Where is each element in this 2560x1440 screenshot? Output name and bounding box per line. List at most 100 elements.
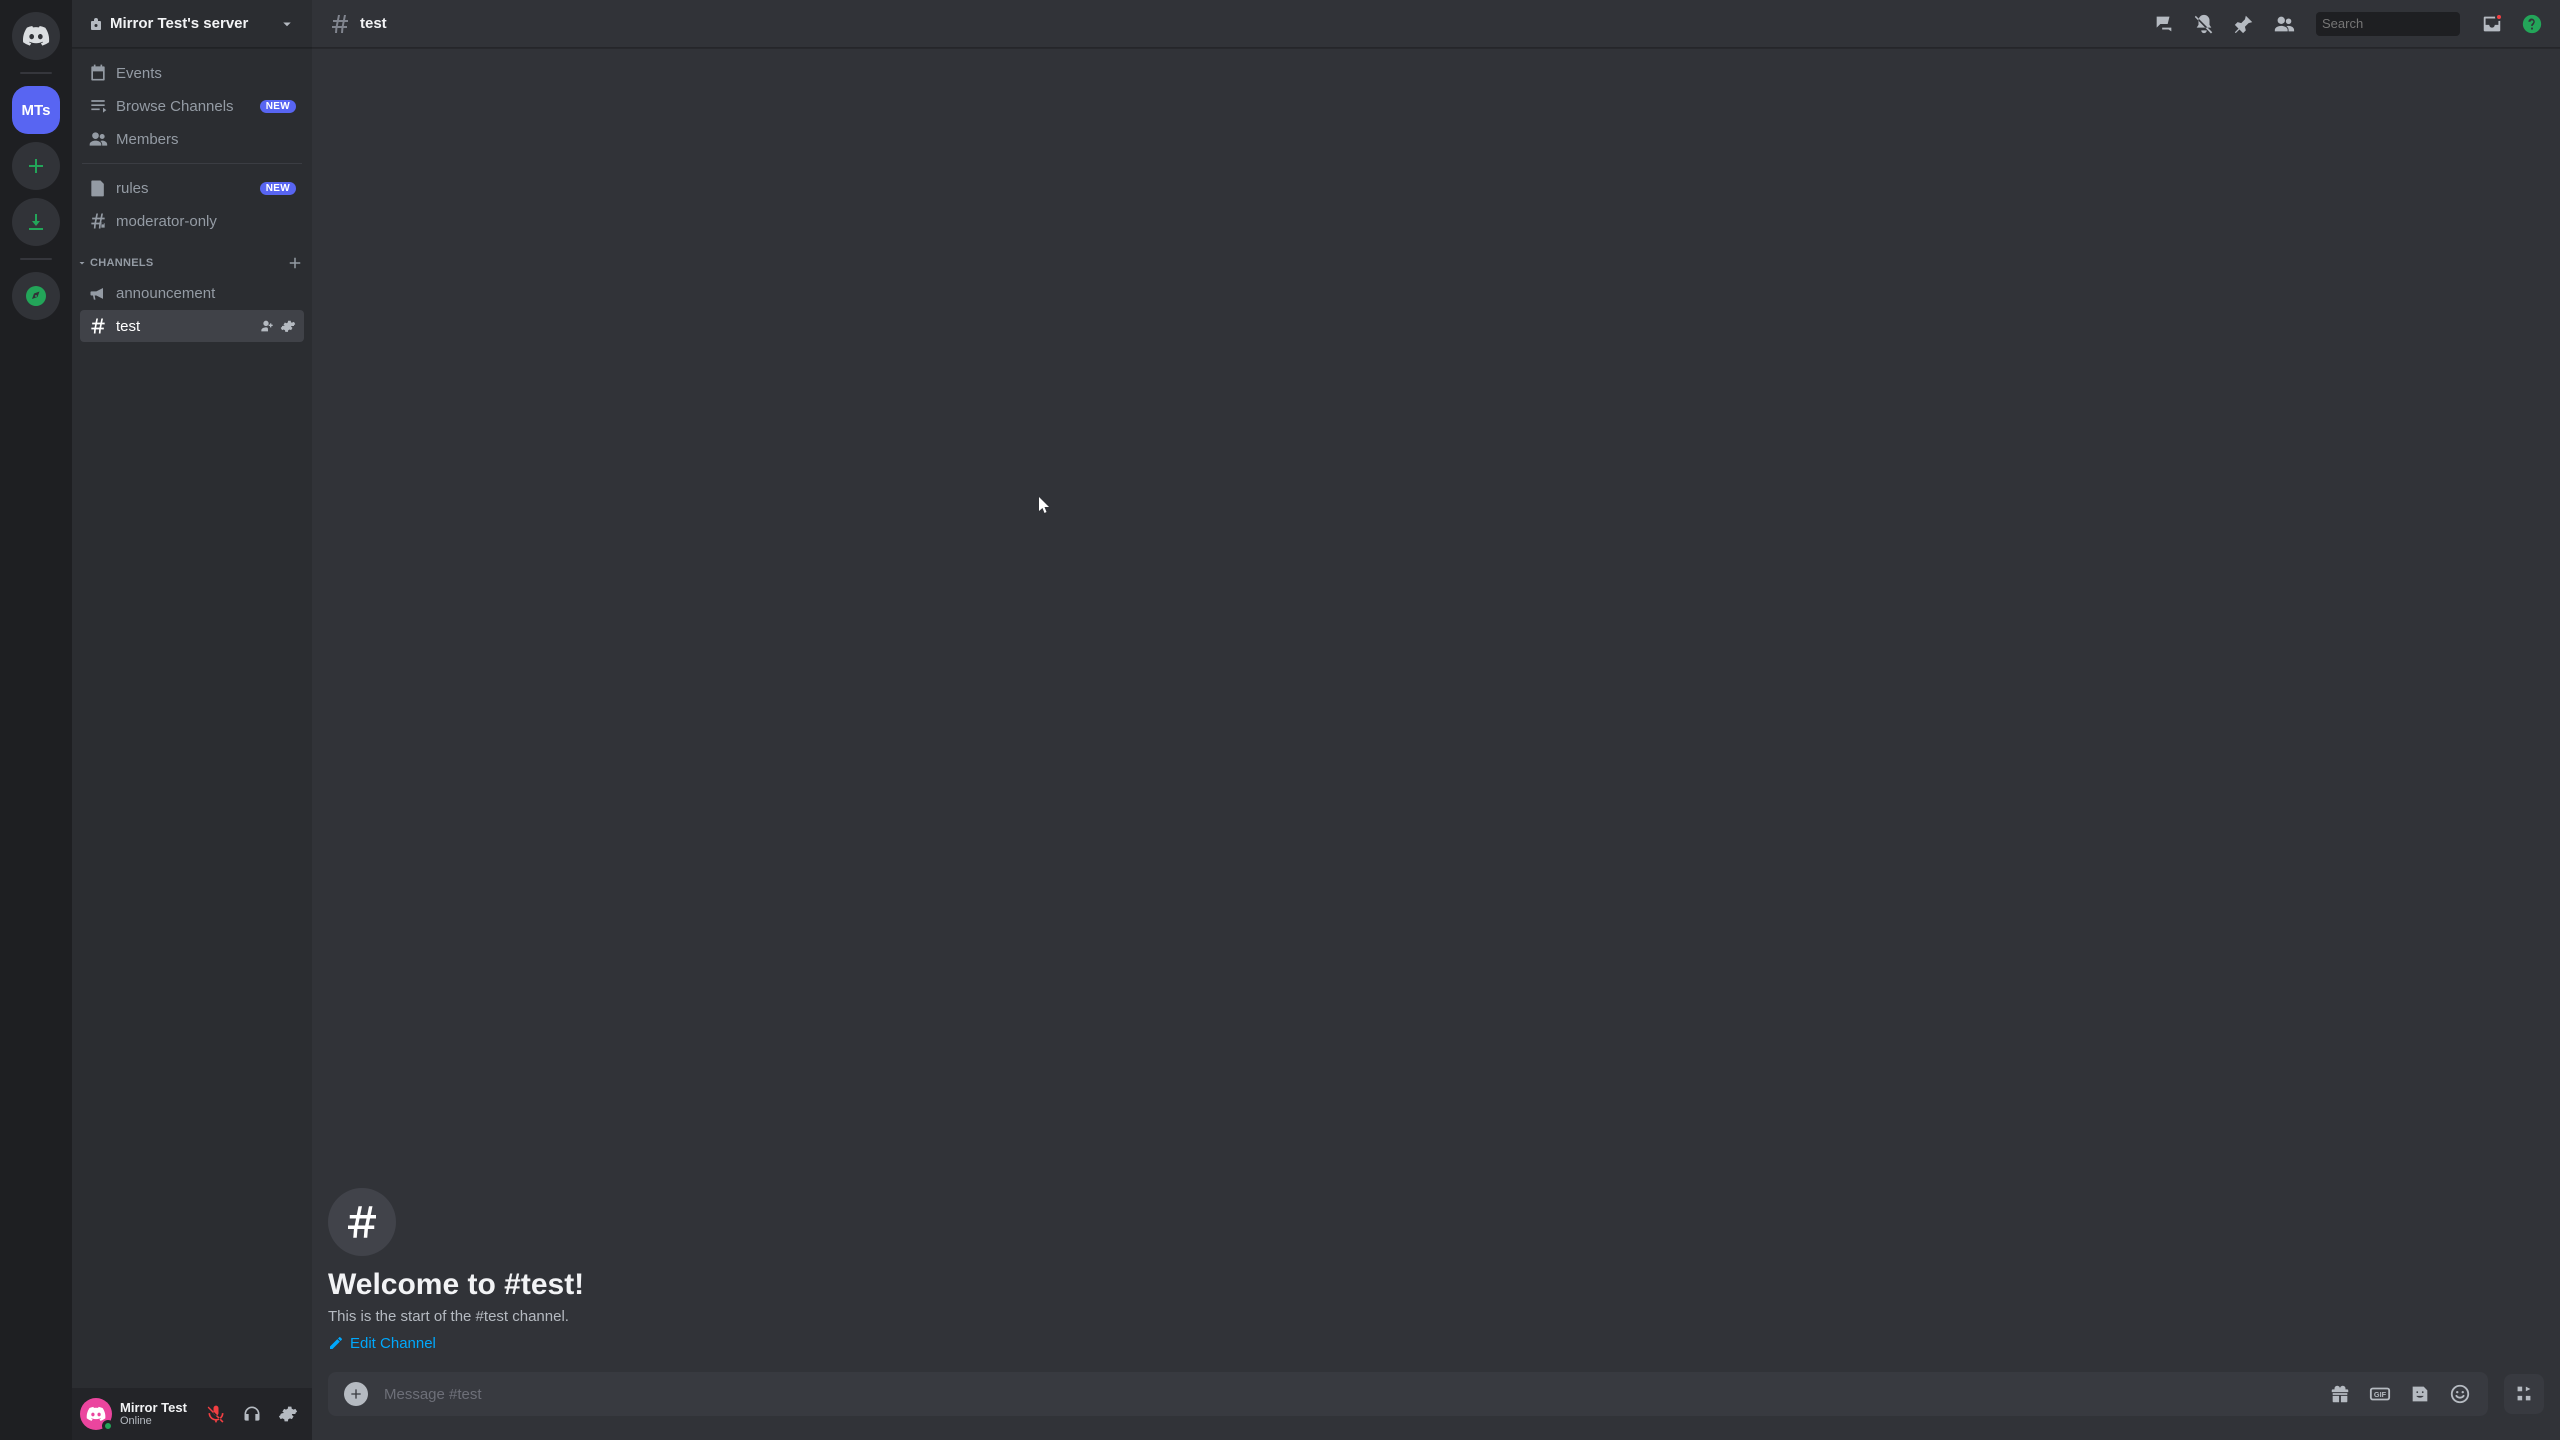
composer-row: Message #test GIF	[312, 1372, 2560, 1440]
mic-muted-icon	[206, 1404, 226, 1424]
hash-icon	[341, 1201, 383, 1243]
chat-header: test	[312, 0, 2560, 48]
gear-icon	[278, 1404, 298, 1424]
cursor-icon	[1039, 497, 1051, 515]
sidebar-item-browse-channels[interactable]: Browse Channels NEW	[80, 90, 304, 122]
guild-bar: MTs	[0, 0, 72, 1440]
channel-item-announcement[interactable]: announcement	[80, 277, 304, 309]
edit-channel-link[interactable]: Edit Channel	[328, 1335, 436, 1352]
notifications-button[interactable]	[2192, 12, 2216, 36]
plus-icon	[348, 1386, 364, 1402]
rules-icon	[88, 178, 108, 198]
add-server-button[interactable]	[12, 142, 60, 190]
sticker-button[interactable]	[2408, 1382, 2432, 1406]
discord-logo-icon	[22, 22, 50, 50]
channel-label: test	[116, 318, 252, 335]
gift-icon	[2329, 1383, 2351, 1405]
create-channel-icon[interactable]	[286, 254, 304, 272]
category-label: CHANNELS	[90, 257, 286, 269]
user-name: Mirror Test	[120, 1400, 192, 1416]
channel-label: moderator-only	[116, 213, 296, 230]
hash-icon	[328, 12, 352, 36]
channel-title: test	[360, 15, 387, 32]
home-button[interactable]	[12, 12, 60, 60]
search-box[interactable]	[2316, 12, 2460, 36]
mute-button[interactable]	[200, 1398, 232, 1430]
edit-channel-label: Edit Channel	[350, 1335, 436, 1352]
welcome-subtitle: This is the start of the #test channel.	[328, 1308, 2544, 1325]
deafen-button[interactable]	[236, 1398, 268, 1430]
channel-item-test[interactable]: test	[80, 310, 304, 342]
help-icon	[2521, 13, 2543, 35]
status-online-icon	[102, 1420, 114, 1432]
pin-icon	[2233, 13, 2255, 35]
hash-icon	[88, 316, 108, 336]
hash-lock-icon	[88, 211, 108, 231]
bell-muted-icon	[2193, 13, 2215, 35]
server-header[interactable]: Mirror Test's server	[72, 0, 312, 48]
sidebar-label: Members	[116, 131, 296, 148]
gif-button[interactable]: GIF	[2368, 1382, 2392, 1406]
server-name: Mirror Test's server	[110, 15, 248, 32]
browse-icon	[88, 96, 108, 116]
user-settings-button[interactable]	[272, 1398, 304, 1430]
message-composer[interactable]: Message #test GIF	[328, 1372, 2488, 1416]
new-badge: NEW	[260, 182, 296, 195]
apps-icon	[2513, 1383, 2535, 1405]
sticker-icon	[2409, 1383, 2431, 1405]
main-area: test	[312, 0, 2560, 1440]
user-panel: Mirror Test Online	[72, 1388, 312, 1440]
explore-servers-button[interactable]	[12, 272, 60, 320]
channel-list: Events Browse Channels NEW Members rules…	[72, 48, 312, 1388]
members-icon	[88, 129, 108, 149]
channel-hero-icon	[328, 1188, 396, 1256]
sidebar-item-events[interactable]: Events	[80, 57, 304, 89]
help-button[interactable]	[2520, 12, 2544, 36]
threads-icon	[2153, 13, 2175, 35]
chevron-down-icon	[278, 15, 296, 33]
svg-text:GIF: GIF	[2374, 1390, 2387, 1399]
plus-icon	[24, 154, 48, 178]
channel-item-moderator-only[interactable]: moderator-only	[80, 205, 304, 237]
pencil-icon	[328, 1335, 344, 1351]
welcome-title: Welcome to #test!	[328, 1268, 2544, 1302]
guild-item-selected[interactable]: MTs	[12, 86, 60, 134]
message-input-placeholder[interactable]: Message #test	[384, 1386, 2312, 1403]
member-list-button[interactable]	[2272, 12, 2296, 36]
channel-item-rules[interactable]: rules NEW	[80, 172, 304, 204]
apps-button[interactable]	[2504, 1374, 2544, 1414]
download-apps-button[interactable]	[12, 198, 60, 246]
headphones-icon	[242, 1404, 262, 1424]
gif-icon: GIF	[2369, 1383, 2391, 1405]
threads-button[interactable]	[2152, 12, 2176, 36]
channel-label: rules	[116, 180, 252, 197]
calendar-icon	[88, 63, 108, 83]
guild-separator	[20, 72, 52, 74]
sidebar-label: Browse Channels	[116, 98, 252, 115]
search-input[interactable]	[2322, 16, 2498, 31]
inbox-button[interactable]	[2480, 12, 2504, 36]
sidebar-label: Events	[116, 65, 296, 82]
user-info[interactable]: Mirror Test Online	[120, 1400, 192, 1429]
pinned-button[interactable]	[2232, 12, 2256, 36]
announcement-icon	[88, 283, 108, 303]
divider	[82, 163, 302, 164]
caret-down-icon	[76, 257, 88, 269]
emoji-button[interactable]	[2448, 1382, 2472, 1406]
avatar[interactable]	[80, 1398, 112, 1430]
gift-button[interactable]	[2328, 1382, 2352, 1406]
attach-button[interactable]	[344, 1382, 368, 1406]
invite-icon[interactable]	[260, 318, 276, 334]
channel-sidebar: Mirror Test's server Events Browse Chann…	[72, 0, 312, 1440]
sidebar-item-members[interactable]: Members	[80, 123, 304, 155]
members-icon	[2273, 13, 2295, 35]
chat-body: Welcome to #test! This is the start of t…	[312, 48, 2560, 1372]
download-icon	[24, 210, 48, 234]
toolbar	[2152, 12, 2544, 36]
welcome-block: Welcome to #test! This is the start of t…	[328, 1188, 2544, 1357]
channel-category[interactable]: CHANNELS	[72, 238, 312, 276]
compass-icon	[24, 284, 48, 308]
notification-dot-icon	[2495, 13, 2503, 21]
user-status: Online	[120, 1415, 192, 1428]
gear-icon[interactable]	[280, 318, 296, 334]
